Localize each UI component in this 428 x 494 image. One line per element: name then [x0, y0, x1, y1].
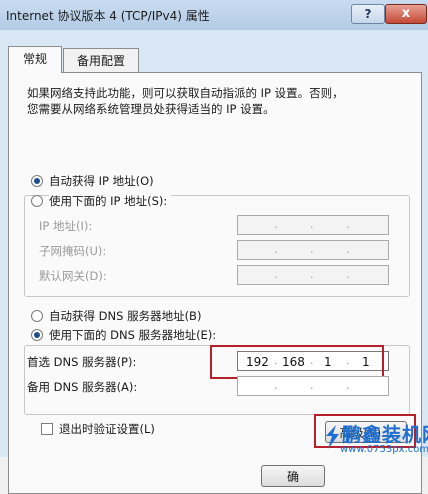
- alternate-dns-label: 备用 DNS 服务器(A):: [27, 380, 138, 394]
- watermark-logo-icon: [326, 425, 339, 449]
- default-gateway-label: 默认网关(D):: [39, 269, 107, 283]
- tab-general[interactable]: 常规: [8, 46, 62, 73]
- auto-ip-radio[interactable]: [31, 175, 43, 187]
- tab-alternate-config[interactable]: 备用配置: [63, 48, 139, 73]
- validate-checkbox[interactable]: [41, 423, 53, 435]
- subnet-mask-label: 子网掩码(U):: [39, 244, 107, 258]
- auto-ip-label: 自动获得 IP 地址(O): [49, 174, 154, 188]
- close-button[interactable]: x: [385, 4, 427, 24]
- default-gateway-field[interactable]: ...: [237, 265, 389, 285]
- window-title: Internet 协议版本 4 (TCP/IPv4) 属性: [6, 9, 210, 23]
- auto-dns-label: 自动获得 DNS 服务器地址(B): [49, 309, 202, 323]
- description-line-2: 您需要从网络系统管理员处获得适当的 IP 设置。: [27, 102, 275, 116]
- dialog-body: 常规 备用配置 如果网络支持此功能，则可以获取自动指派的 IP 设置。否则， 您…: [0, 30, 428, 494]
- help-button[interactable]: ?: [351, 4, 385, 24]
- watermark-url: www.0753px.com: [340, 444, 428, 455]
- title-bar: Internet 协议版本 4 (TCP/IPv4) 属性 ? x: [0, 0, 428, 31]
- watermark-brand: 鹏鑫装机网: [342, 424, 428, 446]
- subnet-mask-field[interactable]: ...: [237, 240, 389, 260]
- manual-ip-label: 使用下面的 IP 地址(S):: [49, 193, 172, 209]
- watermark: 鹏鑫装机网 www.0753px.com: [322, 420, 428, 457]
- ip-address-field[interactable]: ...: [237, 215, 389, 235]
- manual-dns-radio[interactable]: [31, 329, 43, 341]
- validate-label: 退出时验证设置(L): [59, 422, 155, 436]
- preferred-dns-highlight: [210, 345, 384, 379]
- ip-address-label: IP 地址(I):: [39, 219, 93, 233]
- manual-dns-label: 使用下面的 DNS 服务器地址(E):: [49, 327, 221, 343]
- ok-button[interactable]: 确: [261, 465, 325, 487]
- alternate-dns-field[interactable]: ...: [237, 376, 389, 396]
- description-line-1: 如果网络支持此功能，则可以获取自动指派的 IP 设置。否则，: [27, 86, 344, 100]
- manual-ip-radio[interactable]: [31, 195, 43, 207]
- preferred-dns-label: 首选 DNS 服务器(P):: [27, 355, 137, 369]
- auto-dns-radio[interactable]: [31, 310, 43, 322]
